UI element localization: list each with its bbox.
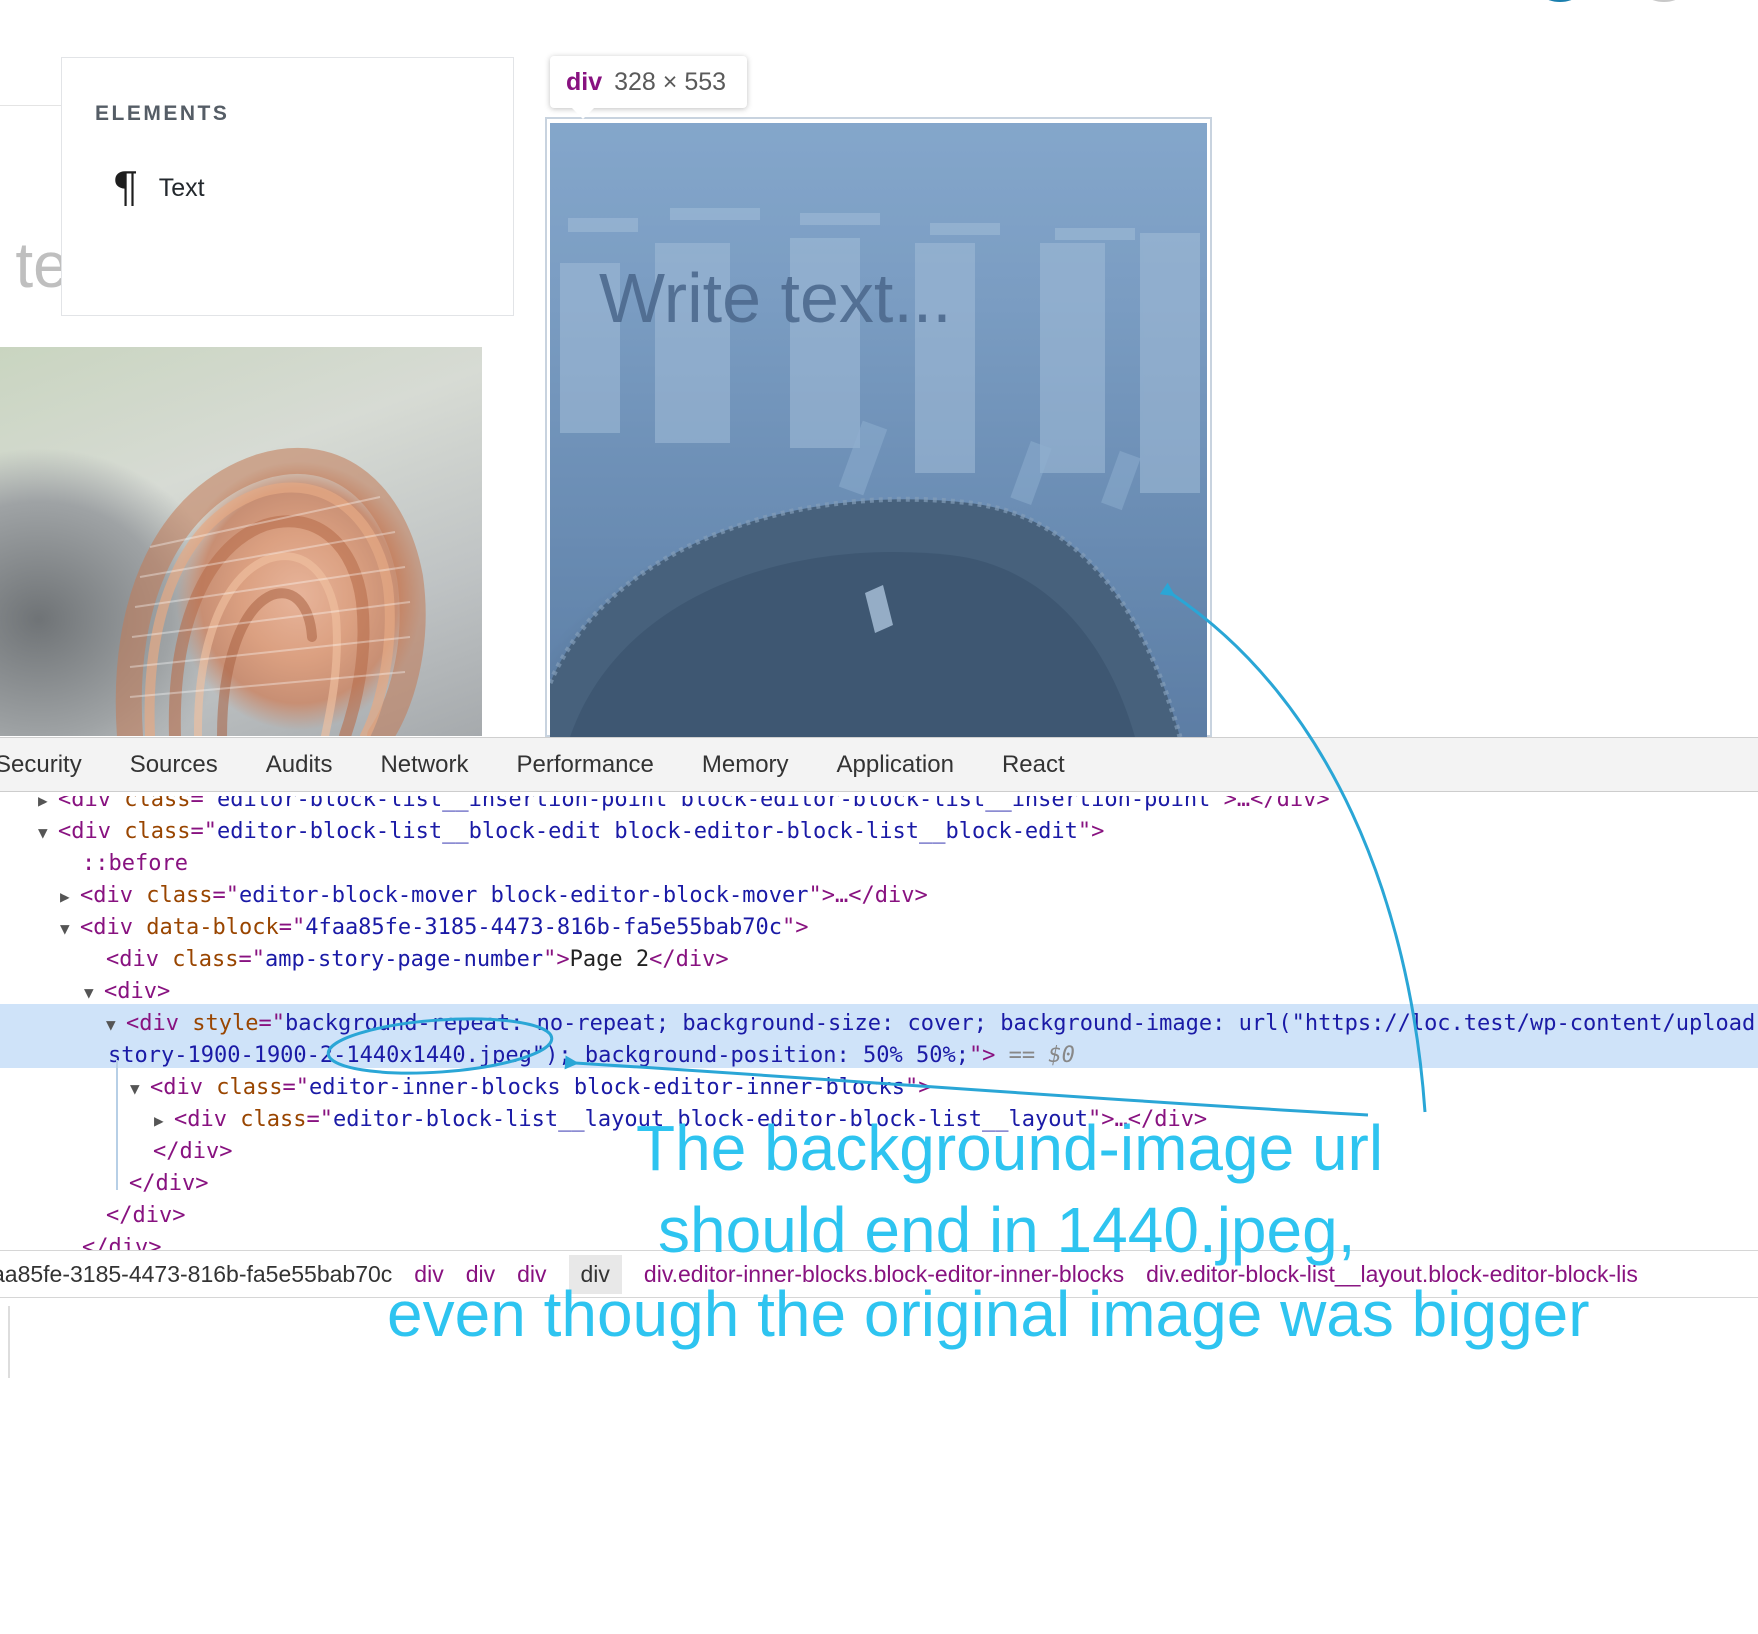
dom-closing-tag[interactable]: </div> (106, 1200, 185, 1232)
tab-performance[interactable]: Performance (516, 751, 653, 779)
corner-button-blue[interactable] (1532, 0, 1588, 2)
previous-page-text: e te (0, 229, 69, 301)
tab-react[interactable]: React (1002, 751, 1065, 779)
inserter-heading: ELEMENTS (95, 102, 230, 125)
pilcrow-icon: ¶ (112, 163, 139, 212)
dom-node-styled-div[interactable]: ▼ <div style="background-repeat: no-repea… (106, 1008, 1755, 1040)
collapse-arrow-icon[interactable]: ▼ (60, 913, 80, 945)
dom-node-page-number[interactable]: <div class="amp-story-page-number">Page … (106, 944, 729, 976)
tooltip-tag: div (566, 67, 603, 96)
inserter-item-label: Text (158, 173, 205, 202)
annotation-line-2: should end in 1440.jpeg, (658, 1194, 1356, 1266)
tab-application[interactable]: Application (837, 751, 954, 779)
expand-arrow-icon[interactable]: ▶ (154, 1105, 174, 1137)
text-block-placeholder[interactable]: Write text... (599, 258, 952, 338)
dom-node-data-block[interactable]: ▼ <div data-block="4faa85fe-3185-4473-816… (60, 912, 809, 944)
annotation-line-1: The background-image url (636, 1112, 1384, 1184)
selection-highlight-overlay (550, 123, 1207, 737)
tab-network[interactable]: Network (380, 751, 468, 779)
collapse-arrow-icon[interactable]: ▼ (106, 1009, 126, 1041)
inserter-item-text[interactable]: ¶ Text (112, 166, 205, 210)
expand-arrow-icon[interactable]: ▶ (60, 881, 80, 913)
block-inserter-panel: ELEMENTS ¶ Text (61, 57, 514, 316)
dom-node-styled-div-continued[interactable]: story-1900-1900-2-1440x1440.jpeg"); back… (108, 1040, 1075, 1072)
breadcrumb-item[interactable]: aa85fe-3185-4473-816b-fa5e55bab70c (0, 1261, 392, 1288)
collapse-arrow-icon[interactable]: ▼ (130, 1073, 150, 1105)
story-page-canvas[interactable]: Write text... (550, 123, 1207, 737)
tab-audits[interactable]: Audits (266, 751, 333, 779)
console-drawer-edge (8, 1306, 10, 1378)
dom-closing-tag[interactable]: </div> (129, 1168, 208, 1200)
copper-coil-image (0, 347, 482, 736)
tooltip-dimensions: 328 × 553 (614, 67, 727, 96)
dom-node-div[interactable]: ▼ <div> (84, 976, 170, 1008)
dom-node-pseudo-before[interactable]: ::before (82, 848, 188, 880)
tab-memory[interactable]: Memory (702, 751, 789, 779)
annotation-line-3: even though the original image was bigge… (387, 1278, 1590, 1350)
dom-node-block-edit[interactable]: ▼ <div class="editor-block-list__block-ed… (38, 816, 1104, 848)
tree-guide-line (116, 1060, 118, 1190)
dom-node-inner-blocks[interactable]: ▼ <div class="editor-inner-blocks block-e… (130, 1072, 932, 1104)
dom-closing-tag[interactable]: </div> (153, 1136, 232, 1168)
corner-button-outline[interactable] (1636, 0, 1692, 2)
collapse-arrow-icon[interactable]: ▼ (38, 817, 58, 849)
element-size-tooltip: div 328 × 553 (550, 56, 747, 119)
dom-tree: ▶ <div class="editor-block-list__insertio… (0, 738, 1758, 1634)
collapse-arrow-icon[interactable]: ▼ (84, 977, 104, 1009)
tab-security[interactable]: Security (0, 751, 82, 779)
dom-node-block-mover[interactable]: ▶ <div class="editor-block-mover block-ed… (60, 880, 928, 912)
tab-sources[interactable]: Sources (130, 751, 218, 779)
devtools-tab-bar: Security Sources Audits Network Performa… (0, 738, 1758, 792)
